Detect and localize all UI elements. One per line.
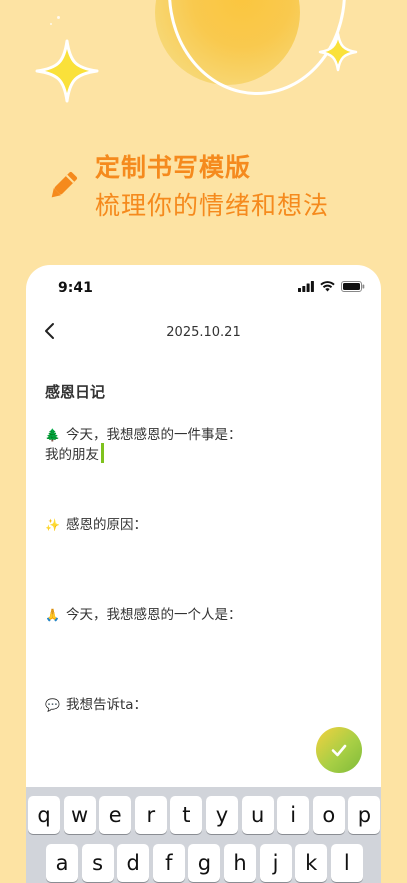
journal-title: 感恩日记 (45, 383, 106, 401)
key-r[interactable]: r (134, 796, 167, 834)
key-k[interactable]: k (295, 844, 328, 882)
prompt-3-text: 今天，我想感恩的一个人是： (65, 607, 242, 623)
key-j[interactable]: j (259, 844, 292, 882)
key-d[interactable]: d (117, 844, 150, 882)
nav-bar: 2025.10.21 (26, 315, 381, 351)
sparkle-star-icon-left (35, 39, 99, 103)
key-e[interactable]: e (99, 796, 132, 834)
key-t[interactable]: t (170, 796, 203, 834)
sparkles-icon: ✨ (45, 518, 60, 532)
prompt-2: ✨ 感恩的原因： (45, 513, 147, 533)
prompt-2-text: 感恩的原因： (65, 517, 147, 533)
key-p[interactable]: p (348, 796, 381, 834)
key-h[interactable]: h (224, 844, 256, 882)
prompt-4-text: 我想告诉ta： (65, 697, 148, 713)
status-icons (298, 281, 365, 292)
praying-hands-icon: 🙏 (45, 608, 60, 622)
prompt-4: 💬 我想告诉ta： (45, 693, 147, 713)
key-l[interactable]: l (330, 844, 363, 882)
text-caret (101, 443, 104, 463)
key-o[interactable]: o (312, 796, 345, 834)
wifi-icon (320, 281, 335, 292)
answer-1-field[interactable]: 我的朋友 (45, 443, 104, 463)
sparkle-star-icon-right (318, 32, 358, 72)
signal-icon (298, 281, 314, 292)
promo-subheadline: 梳理你的情绪和想法 (95, 191, 330, 220)
status-time: 9:41 (58, 280, 93, 296)
key-s[interactable]: s (81, 844, 114, 882)
status-bar: 9:41 (26, 265, 381, 309)
key-w[interactable]: w (63, 796, 96, 834)
sparkle-dot (57, 16, 60, 19)
confirm-button[interactable] (316, 727, 362, 773)
sparkle-dot (50, 23, 52, 25)
tree-icon: 🌲 (45, 428, 60, 442)
pencil-icon (51, 171, 78, 198)
keyboard: qwertyuiop asdfghjkl (26, 787, 381, 883)
entry-date: 2025.10.21 (166, 325, 241, 340)
key-a[interactable]: a (46, 844, 78, 882)
prompt-3: 🙏 今天，我想感恩的一个人是： (45, 603, 241, 623)
answer-1-text: 我的朋友 (45, 447, 99, 463)
journal-editor[interactable]: 感恩日记 🌲 今天，我想感恩的一件事是： 我的朋友 ✨ 感恩的原因： 🙏 今天，我想感… (45, 381, 365, 713)
prompt-1: 🌲 今天，我想感恩的一件事是： (45, 423, 241, 443)
key-i[interactable]: i (277, 796, 310, 834)
prompt-1-text: 今天，我想感恩的一件事是： (65, 427, 242, 443)
promo-headline: 定制书写模版 (95, 153, 252, 182)
battery-icon (341, 281, 365, 292)
key-u[interactable]: u (241, 796, 274, 834)
key-g[interactable]: g (188, 844, 221, 882)
speech-bubble-icon: 💬 (45, 698, 60, 712)
key-f[interactable]: f (152, 844, 185, 882)
key-q[interactable]: q (28, 796, 60, 834)
key-y[interactable]: y (206, 796, 238, 834)
checkmark-icon (331, 744, 347, 757)
